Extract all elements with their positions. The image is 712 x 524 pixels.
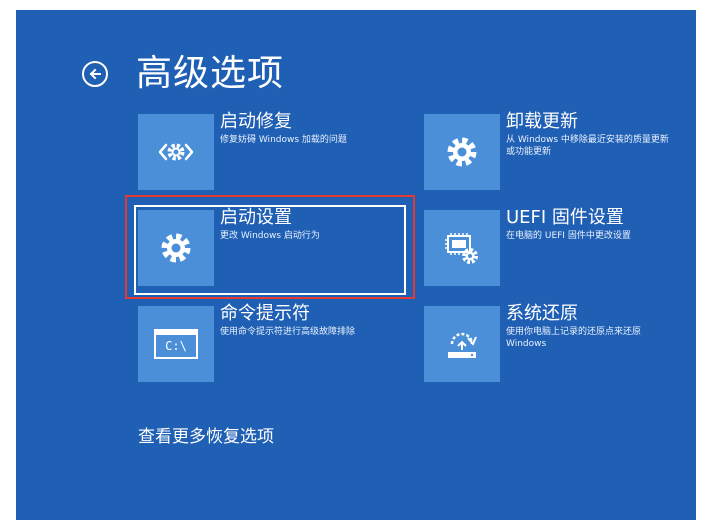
tile-description: 使用命令提示符进行高级故障排除 (220, 327, 356, 337)
system-restore-text: 系统还原 使用你电脑上记录的还原点来还原 Windows (506, 303, 696, 350)
tile-title: 命令提示符 (220, 303, 310, 324)
prompt-text: C:\ (165, 339, 187, 353)
uninstall-updates-text: 卸载更新 从 Windows 中移除最近安装的质量更新或功能更新 (506, 111, 696, 158)
tile-title: 卸载更新 (506, 111, 578, 132)
page-title: 高级选项 (136, 53, 285, 94)
recovery-screen: 高级选项 启动修复 修复妨碍 Windows 加载的问题 卸载更新 从 Wind… (16, 10, 696, 520)
tile-description: 使用你电脑上记录的还原点来还原 Windows (506, 327, 642, 349)
system-restore-tile[interactable]: 系统还原 使用你电脑上记录的还原点来还原 Windows (424, 303, 696, 382)
tile-description: 更改 Windows 启动行为 (220, 231, 320, 241)
tile-title: 系统还原 (506, 303, 578, 324)
gear-icon (447, 137, 477, 167)
uefi-firmware-tile[interactable]: UEFI 固件设置 在电脑的 UEFI 固件中更改设置 (424, 207, 696, 286)
tile-title: UEFI 固件设置 (506, 207, 624, 228)
startup-repair-tile[interactable]: 启动修复 修复妨碍 Windows 加载的问题 (138, 111, 420, 190)
system-restore-icon-box (424, 306, 500, 382)
tile-title: 启动修复 (220, 111, 292, 132)
uefi-firmware-text: UEFI 固件设置 在电脑的 UEFI 固件中更改设置 (506, 207, 696, 242)
window-titlebar (156, 331, 196, 335)
command-prompt-icon: C:\ (154, 329, 198, 359)
uninstall-updates-tile[interactable]: 卸载更新 从 Windows 中移除最近安装的质量更新或功能更新 (424, 111, 696, 190)
startup-settings-text: 启动设置 更改 Windows 启动行为 (220, 207, 420, 242)
more-recovery-options-link[interactable]: 查看更多恢复选项 (138, 426, 274, 448)
command-prompt-text: 命令提示符 使用命令提示符进行高级故障排除 (220, 303, 420, 338)
startup-repair-icon-box (138, 114, 214, 190)
command-prompt-tile[interactable]: C:\ 命令提示符 使用命令提示符进行高级故障排除 (138, 303, 420, 382)
system-restore-icon (448, 332, 477, 358)
uninstall-updates-icon-box (424, 114, 500, 190)
tile-title: 启动设置 (220, 207, 292, 228)
startup-settings-tile[interactable]: 启动设置 更改 Windows 启动行为 (138, 207, 420, 286)
startup-repair-text: 启动修复 修复妨碍 Windows 加载的问题 (220, 111, 420, 146)
gear-icon (161, 233, 191, 263)
command-prompt-icon-box: C:\ (138, 306, 214, 382)
back-button[interactable] (82, 61, 108, 87)
startup-repair-icon (158, 143, 194, 161)
uefi-firmware-icon-box (424, 210, 500, 286)
back-arrow-icon (89, 68, 101, 80)
header: 高级选项 (82, 44, 284, 104)
tile-description: 在电脑的 UEFI 固件中更改设置 (506, 231, 631, 241)
startup-settings-icon-box (138, 210, 214, 286)
uefi-chip-icon (445, 233, 478, 264)
tile-description: 修复妨碍 Windows 加载的问题 (220, 135, 347, 145)
tile-description: 从 Windows 中移除最近安装的质量更新或功能更新 (506, 135, 669, 157)
